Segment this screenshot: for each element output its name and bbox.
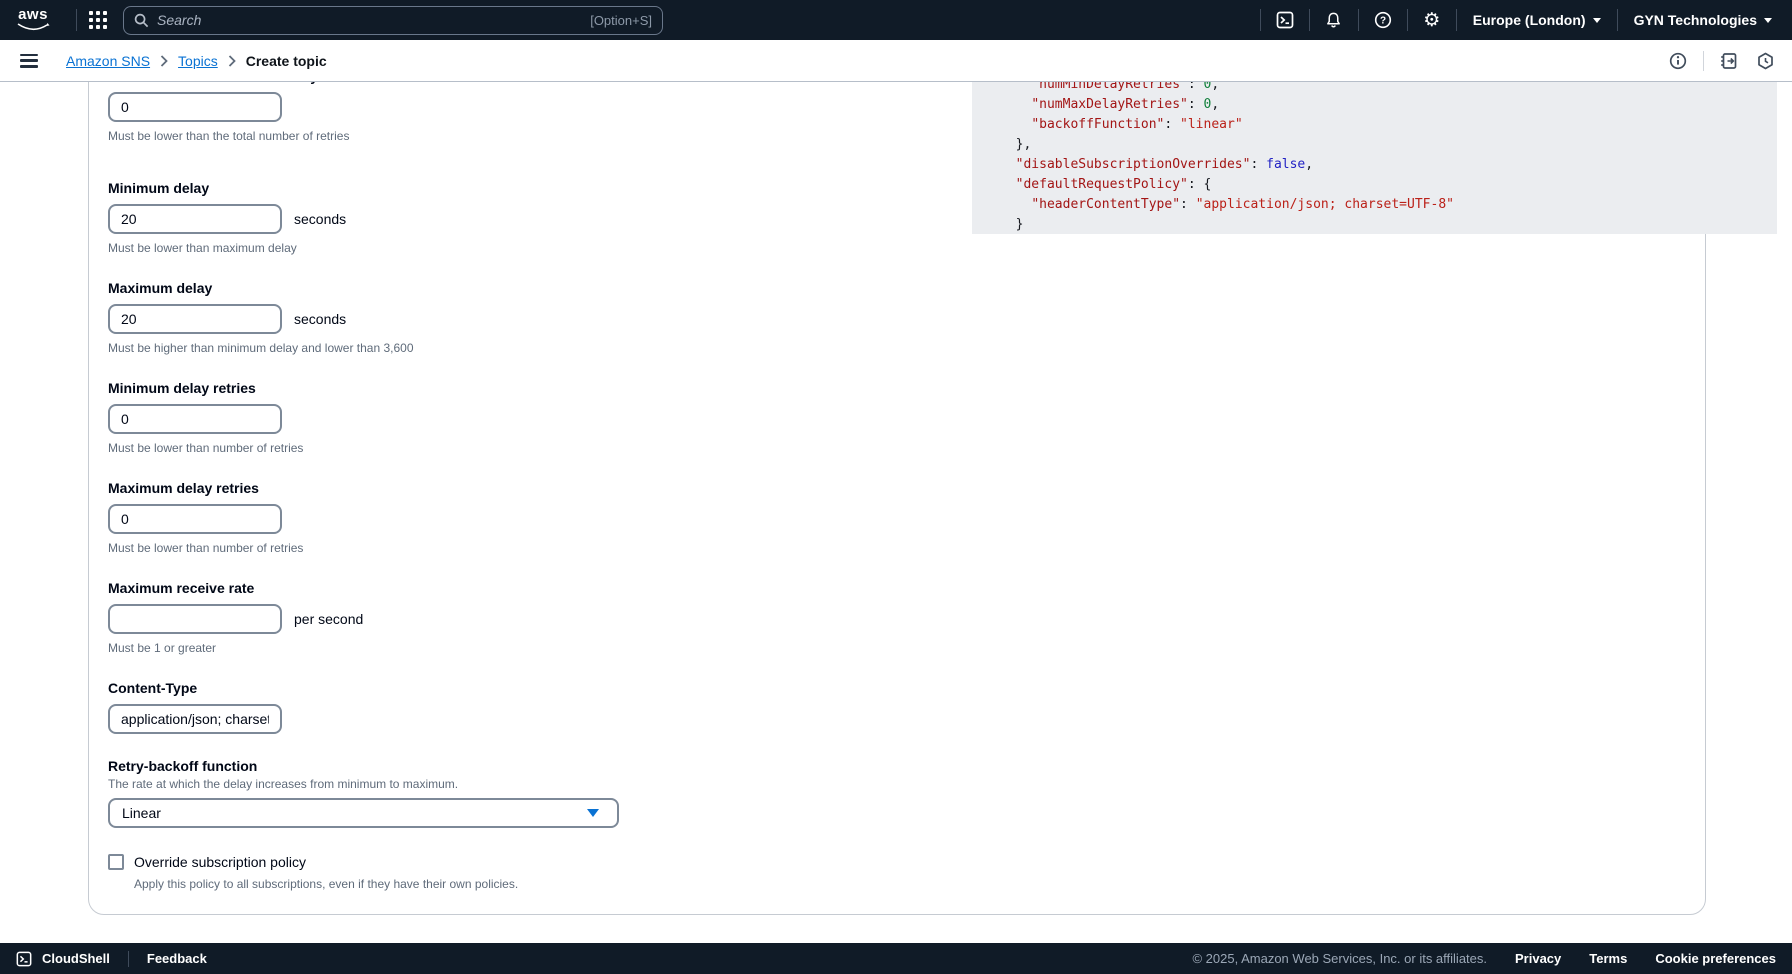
maximum-receive-rate-input[interactable] [108, 604, 282, 634]
help-icon[interactable]: ? [1371, 8, 1395, 32]
aws-logo-text: aws [18, 8, 48, 22]
field-group-minimum-delay-retries: Minimum delay retries Must be lower than… [108, 378, 708, 456]
breadcrumb-link-topics[interactable]: Topics [178, 53, 218, 69]
info-icon[interactable] [1667, 50, 1689, 72]
field-constraint: Must be 1 or greater [108, 640, 708, 656]
chevron-down-icon [1593, 18, 1601, 23]
field-label: Maximum delay retries [108, 478, 708, 498]
search-input[interactable] [157, 12, 590, 28]
account-label: GYN Technologies [1634, 12, 1757, 28]
console-footer: CloudShell Feedback © 2025, Amazon Web S… [0, 943, 1792, 974]
breadcrumb-current-page: Create topic [246, 53, 327, 69]
cloudshell-button[interactable]: CloudShell [42, 951, 110, 966]
field-constraint: Must be lower than number of retries [108, 540, 708, 556]
footer-divider [128, 951, 129, 967]
top-navigation-bar: aws [Option+S] [0, 0, 1792, 40]
topbar-divider [1617, 9, 1618, 31]
override-subscription-policy-checkbox[interactable] [108, 854, 124, 870]
copyright-text: © 2025, Amazon Web Services, Inc. or its… [1192, 951, 1487, 966]
feedback-button[interactable]: Feedback [147, 951, 207, 966]
topbar-divider [76, 9, 77, 31]
json-code: "maxDelayTarget": 20, "numMinDelayRetrie… [972, 82, 1777, 234]
field-group-maximum-delay-retries: Maximum delay retries Must be lower than… [108, 478, 708, 556]
notifications-bell-icon[interactable] [1322, 8, 1346, 32]
checkbox-description: Apply this policy to all subscriptions, … [134, 876, 708, 892]
hexagon-clock-icon[interactable] [1754, 50, 1776, 72]
cloudshell-icon [16, 951, 32, 967]
field-label: Content-Type [108, 678, 708, 698]
cookie-preferences-link[interactable]: Cookie preferences [1655, 951, 1776, 966]
main-content: Number of retries without delay Must be … [0, 82, 1792, 943]
field-group-minimum-delay: Minimum delay seconds Must be lower than… [108, 178, 708, 256]
field-constraint: Must be lower than number of retries [108, 440, 708, 456]
topbar-divider [1407, 9, 1408, 31]
retries-without-delay-input[interactable] [108, 92, 282, 122]
search-icon [134, 13, 149, 28]
delivery-policy-card: Number of retries without delay Must be … [88, 82, 1706, 915]
checkbox-label: Override subscription policy [134, 852, 306, 872]
breadcrumb-divider [1703, 51, 1704, 71]
field-label: Maximum receive rate [108, 578, 708, 598]
field-group-maximum-receive-rate: Maximum receive rate per second Must be … [108, 578, 708, 656]
delivery-retry-form: Number of retries without delay Must be … [108, 83, 708, 892]
field-constraint: Must be higher than minimum delay and lo… [108, 340, 708, 356]
field-group-maximum-delay: Maximum delay seconds Must be higher tha… [108, 278, 708, 356]
field-description: The rate at which the delay increases fr… [108, 776, 708, 792]
input-suffix: per second [294, 611, 363, 627]
field-label: Retry-backoff function [108, 756, 708, 776]
topbar-divider [1309, 9, 1310, 31]
input-suffix: seconds [294, 311, 346, 327]
settings-gear-icon[interactable]: ⚙ [1420, 8, 1444, 32]
maximum-delay-input[interactable] [108, 304, 282, 334]
aws-logo[interactable]: aws [16, 8, 50, 32]
region-selector[interactable]: Europe (London) [1469, 12, 1605, 28]
minimum-delay-retries-input[interactable] [108, 404, 282, 434]
documentation-panel-icon[interactable] [1718, 50, 1740, 72]
topbar-divider [1260, 9, 1261, 31]
region-label: Europe (London) [1473, 12, 1586, 28]
field-label: Minimum delay retries [108, 378, 708, 398]
breadcrumb-bar: Amazon SNS Topics Create topic [0, 40, 1792, 82]
services-grid-icon[interactable] [89, 11, 107, 29]
select-caret-icon [587, 809, 599, 817]
field-label: Minimum delay [108, 178, 708, 198]
field-group-content-type: Content-Type [108, 678, 708, 734]
aws-smile-icon [16, 22, 50, 32]
field-constraint: Must be lower than the total number of r… [108, 128, 708, 144]
chevron-right-icon [228, 55, 236, 67]
chevron-right-icon [160, 55, 168, 67]
maximum-delay-retries-input[interactable] [108, 504, 282, 534]
retry-backoff-select[interactable]: Linear [108, 798, 619, 828]
field-label: Number of retries without delay [108, 82, 708, 86]
content-type-input[interactable] [108, 704, 282, 734]
global-search[interactable]: [Option+S] [123, 6, 663, 35]
chevron-down-icon [1764, 18, 1772, 23]
field-group-retry-backoff: Retry-backoff function The rate at which… [108, 756, 708, 828]
field-constraint: Must be lower than maximum delay [108, 240, 708, 256]
field-group-retries-without-delay: Number of retries without delay Must be … [108, 82, 708, 144]
minimum-delay-input[interactable] [108, 204, 282, 234]
topbar-divider [1456, 9, 1457, 31]
breadcrumb-link-sns[interactable]: Amazon SNS [66, 53, 150, 69]
input-suffix: seconds [294, 211, 346, 227]
account-menu[interactable]: GYN Technologies [1630, 12, 1776, 28]
privacy-link[interactable]: Privacy [1515, 951, 1561, 966]
selected-option: Linear [122, 805, 587, 821]
svg-text:?: ? [1380, 16, 1386, 27]
terms-link[interactable]: Terms [1589, 951, 1627, 966]
search-shortcut-hint: [Option+S] [590, 13, 652, 28]
cloudshell-icon[interactable] [1273, 8, 1297, 32]
delivery-policy-json-preview: "maxDelayTarget": 20, "numMinDelayRetrie… [972, 82, 1777, 234]
topbar-divider [1358, 9, 1359, 31]
field-label: Maximum delay [108, 278, 708, 298]
breadcrumb: Amazon SNS Topics Create topic [66, 53, 327, 69]
side-nav-toggle-icon[interactable] [20, 54, 38, 68]
override-policy-group: Override subscription policy Apply this … [108, 852, 708, 892]
